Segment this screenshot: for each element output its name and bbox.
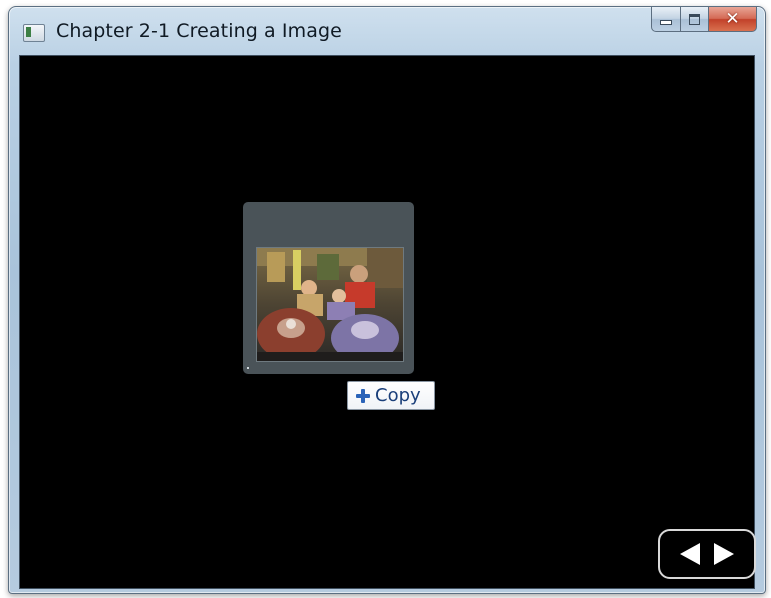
app-window: Chapter 2-1 Creating a Image ✕ Copy	[8, 6, 766, 594]
close-button[interactable]: ✕	[709, 7, 757, 32]
next-button[interactable]	[711, 541, 737, 567]
triangle-right-icon	[714, 543, 734, 565]
caption-buttons: ✕	[651, 7, 757, 33]
window-icon[interactable]	[23, 24, 45, 42]
copy-label: Copy	[375, 385, 421, 406]
copy-drag-tooltip: Copy	[347, 381, 435, 410]
maximize-icon	[689, 13, 700, 25]
previous-button[interactable]	[677, 541, 703, 567]
minimize-button[interactable]	[651, 7, 681, 32]
canvas-area: Copy	[19, 55, 756, 589]
photo-image	[257, 248, 403, 361]
plus-icon	[356, 388, 370, 403]
triangle-left-icon	[680, 543, 700, 565]
close-icon: ✕	[725, 8, 740, 29]
window-title: Chapter 2-1 Creating a Image	[56, 20, 342, 42]
maximize-button[interactable]	[681, 7, 709, 32]
minimize-icon	[660, 20, 672, 25]
title-bar[interactable]: Chapter 2-1 Creating a Image ✕	[9, 7, 765, 53]
photo-thumbnail[interactable]	[256, 247, 404, 362]
tile-marker	[247, 367, 249, 369]
navigation-controls	[658, 529, 756, 579]
image-tile[interactable]	[243, 202, 414, 374]
